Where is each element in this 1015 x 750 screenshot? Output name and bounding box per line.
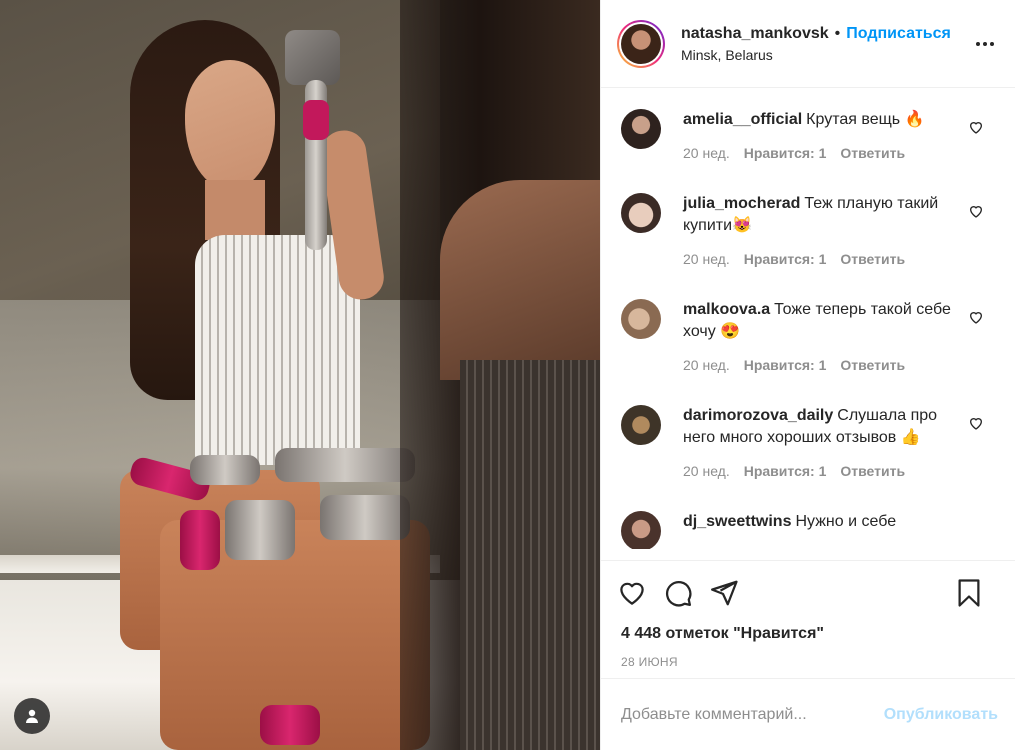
like-button[interactable] bbox=[617, 578, 647, 608]
follow-button[interactable]: Подписаться bbox=[846, 25, 951, 43]
comment-likes[interactable]: Нравится: 1 bbox=[744, 251, 827, 267]
reply-button[interactable]: Ответить bbox=[840, 251, 905, 267]
comment-item: dj_sweettwins Нужно и себе bbox=[601, 491, 1015, 549]
post-location[interactable]: Minsk, Belarus bbox=[681, 47, 951, 63]
comment-text: Нужно и себе bbox=[795, 513, 897, 530]
heart-icon[interactable] bbox=[968, 203, 984, 219]
comment-username[interactable]: julia_mocherad bbox=[683, 195, 800, 212]
likes-count[interactable]: 4 448 отметок "Нравится" bbox=[621, 625, 1000, 643]
publish-button[interactable]: Опубликовать bbox=[884, 706, 998, 724]
tagged-user-button[interactable] bbox=[14, 698, 50, 734]
comments-list[interactable]: amelia__official Крутая вещь 🔥 20 нед. Нр… bbox=[601, 89, 1015, 549]
styler-attachment bbox=[225, 500, 295, 560]
comment-input[interactable] bbox=[621, 705, 884, 724]
post-date[interactable]: 28 ИЮНЯ bbox=[621, 655, 1000, 669]
reply-button[interactable]: Ответить bbox=[840, 463, 905, 479]
styler-attachment bbox=[275, 448, 415, 482]
post-photo[interactable] bbox=[0, 0, 600, 750]
more-options-icon[interactable] bbox=[973, 32, 997, 56]
comment-item: julia_mocherad Теж планую такий купити😻 2… bbox=[601, 173, 1015, 279]
save-button[interactable] bbox=[954, 578, 984, 608]
comment-likes[interactable]: Нравится: 1 bbox=[744, 463, 827, 479]
post-header: natasha_mankovsk • Подписаться Minsk, Be… bbox=[601, 0, 1015, 88]
user-icon bbox=[26, 709, 38, 723]
model-dress bbox=[195, 235, 360, 465]
heart-icon[interactable] bbox=[968, 309, 984, 325]
post-side-panel: natasha_mankovsk • Подписаться Minsk, Be… bbox=[600, 0, 1015, 750]
commenter-avatar[interactable] bbox=[621, 109, 661, 149]
comment-likes[interactable]: Нравится: 1 bbox=[744, 357, 827, 373]
hair-dryer bbox=[285, 30, 345, 250]
comment-username[interactable]: amelia__official bbox=[683, 111, 802, 128]
bookmark-icon bbox=[958, 579, 980, 607]
comment-button[interactable] bbox=[663, 578, 693, 608]
share-button[interactable] bbox=[709, 578, 739, 608]
foreground-figure bbox=[400, 0, 600, 750]
commenter-avatar[interactable] bbox=[621, 511, 661, 549]
comment-item: amelia__official Крутая вещь 🔥 20 нед. Нр… bbox=[601, 89, 1015, 173]
post-actions: 4 448 отметок "Нравится" 28 ИЮНЯ bbox=[601, 560, 1015, 669]
reply-button[interactable]: Ответить bbox=[840, 145, 905, 161]
commenter-avatar[interactable] bbox=[621, 299, 661, 339]
comment-username[interactable]: darimorozova_daily bbox=[683, 407, 833, 424]
heart-icon[interactable] bbox=[968, 119, 984, 135]
commenter-avatar[interactable] bbox=[621, 193, 661, 233]
comment-time[interactable]: 20 нед. bbox=[683, 251, 730, 267]
heart-icon bbox=[620, 582, 644, 605]
separator-dot: • bbox=[834, 24, 841, 42]
styler-attachment bbox=[180, 510, 220, 570]
heart-icon[interactable] bbox=[968, 415, 984, 431]
comment-time[interactable]: 20 нед. bbox=[683, 357, 730, 373]
styler-attachment bbox=[190, 455, 260, 485]
comment-username[interactable]: malkoova.a bbox=[683, 301, 770, 318]
styler-attachment bbox=[260, 705, 320, 745]
model-neck bbox=[205, 180, 265, 240]
comment-time[interactable]: 20 нед. bbox=[683, 463, 730, 479]
add-comment-bar: Опубликовать bbox=[601, 678, 1015, 750]
comment-item: malkoova.a Тоже теперь такой себе хочу 😍 … bbox=[601, 279, 1015, 385]
send-icon bbox=[711, 580, 738, 606]
reply-button[interactable]: Ответить bbox=[840, 357, 905, 373]
styler-attachment bbox=[320, 495, 410, 540]
commenter-avatar[interactable] bbox=[621, 405, 661, 445]
comment-username[interactable]: dj_sweettwins bbox=[683, 513, 791, 530]
comment-likes[interactable]: Нравится: 1 bbox=[744, 145, 827, 161]
comment-text: Крутая вещь 🔥 bbox=[806, 111, 925, 128]
author-avatar[interactable] bbox=[617, 19, 665, 68]
author-username[interactable]: natasha_mankovsk bbox=[681, 25, 829, 43]
comment-icon bbox=[666, 581, 692, 607]
comment-item: darimorozova_daily Слушала про него много… bbox=[601, 385, 1015, 491]
comment-time[interactable]: 20 нед. bbox=[683, 145, 730, 161]
